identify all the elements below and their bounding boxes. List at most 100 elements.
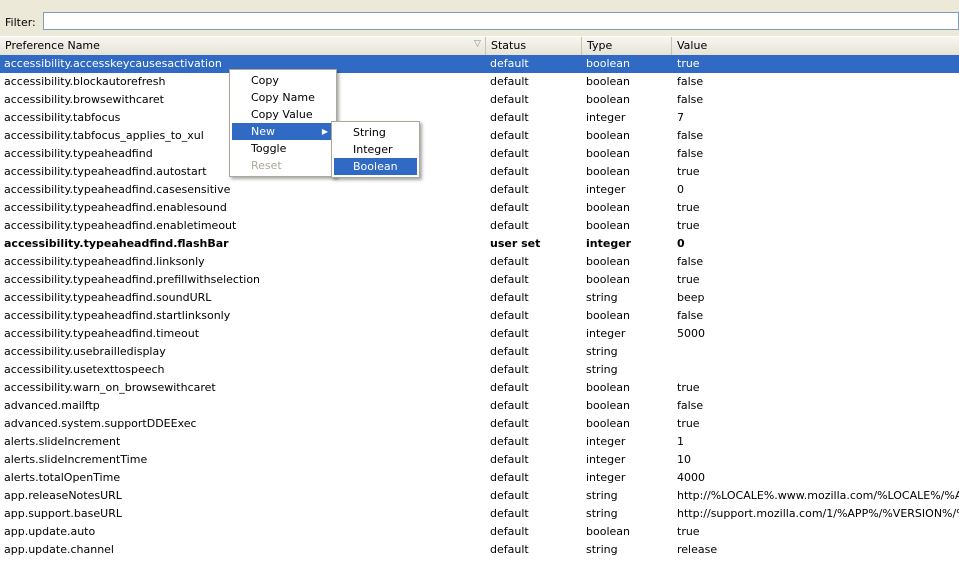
value-cell: true <box>677 57 700 70</box>
table-row[interactable]: accessibility.blockautorefresh default boo… <box>0 73 959 91</box>
status-cell: user set <box>490 237 541 250</box>
preferences-list[interactable]: accessibility.accesskeycausesactivation d… <box>0 55 959 564</box>
pref-name-cell: advanced.mailftp <box>4 399 100 412</box>
submenu-item-boolean[interactable]: Boolean <box>334 158 417 175</box>
submenu-item-integer[interactable]: Integer <box>334 141 417 158</box>
filter-input[interactable] <box>43 12 959 30</box>
table-row[interactable]: accessibility.typeaheadfind.autostart def… <box>0 163 959 181</box>
pref-name-cell: accessibility.usebrailledisplay <box>4 345 166 358</box>
value-cell: false <box>677 255 704 268</box>
menu-item-new[interactable]: New ▶ <box>232 123 334 140</box>
value-cell: http://support.mozilla.com/1/%APP%/%VERS… <box>677 507 959 520</box>
status-cell: default <box>490 255 529 268</box>
table-row[interactable]: accessibility.typeaheadfind.enabletimeou… <box>0 217 959 235</box>
table-row[interactable]: alerts.totalOpenTime default integer 4000 <box>0 469 959 487</box>
submenu-item-string[interactable]: String <box>334 124 417 141</box>
type-cell: boolean <box>586 417 630 430</box>
table-row[interactable]: accessibility.tabfocus default integer 7 <box>0 109 959 127</box>
menu-item-label: Boolean <box>353 160 398 173</box>
value-cell: false <box>677 93 704 106</box>
value-cell: true <box>677 417 700 430</box>
status-cell: default <box>490 111 529 124</box>
pref-name-cell: alerts.slideIncrement <box>4 435 121 448</box>
table-row[interactable]: alerts.slideIncrementTime default integer 1… <box>0 451 959 469</box>
filter-label: Filter: <box>5 16 36 29</box>
status-cell: default <box>490 273 529 286</box>
menu-item-toggle[interactable]: Toggle <box>232 140 334 157</box>
pref-name-cell: app.support.baseURL <box>4 507 122 520</box>
pref-name-cell: alerts.slideIncrementTime <box>4 453 148 466</box>
type-cell: boolean <box>586 129 630 142</box>
table-row[interactable]: accessibility.typeaheadfind.casesensitiv… <box>0 181 959 199</box>
status-cell: default <box>490 453 529 466</box>
column-header-status[interactable]: Status <box>486 37 582 55</box>
status-cell: default <box>490 57 529 70</box>
submenu-arrow-icon: ▶ <box>321 127 328 136</box>
column-header-type[interactable]: Type <box>582 37 672 55</box>
type-cell: boolean <box>586 255 630 268</box>
table-row[interactable]: accessibility.typeaheadfind.prefillwiths… <box>0 271 959 289</box>
table-row[interactable]: accessibility.accesskeycausesactivation d… <box>0 55 959 73</box>
menu-item-label: Integer <box>353 143 393 156</box>
table-row[interactable]: accessibility.usebrailledisplay default st… <box>0 343 959 361</box>
value-cell: 10 <box>677 453 691 466</box>
table-row[interactable]: accessibility.typeaheadfind.enablesound d… <box>0 199 959 217</box>
value-cell: 0 <box>677 183 684 196</box>
type-cell: string <box>586 543 618 556</box>
table-row[interactable]: app.support.baseURL default string http://s… <box>0 505 959 523</box>
table-row[interactable]: accessibility.browsewithcaret default bool… <box>0 91 959 109</box>
pref-name-cell: accessibility.typeaheadfind.enabletimeou… <box>4 219 237 232</box>
value-cell: true <box>677 165 700 178</box>
value-cell: true <box>677 219 700 232</box>
table-row[interactable]: app.update.channel default string release <box>0 541 959 559</box>
pref-name-cell: accessibility.typeaheadfind.casesensitiv… <box>4 183 231 196</box>
status-cell: default <box>490 399 529 412</box>
table-row[interactable]: accessibility.typeaheadfind.soundURL defa… <box>0 289 959 307</box>
value-cell: true <box>677 381 700 394</box>
pref-name-cell: accessibility.warn_on_browsewithcaret <box>4 381 216 394</box>
value-cell: false <box>677 129 704 142</box>
table-row[interactable]: advanced.system.supportDDEExec default boo… <box>0 415 959 433</box>
menu-item-copy-value[interactable]: Copy Value <box>232 106 334 123</box>
new-submenu: String Integer Boolean <box>331 121 420 178</box>
type-cell: boolean <box>586 93 630 106</box>
table-row[interactable]: accessibility.typeaheadfind.linksonly def… <box>0 253 959 271</box>
type-cell: integer <box>586 471 626 484</box>
pref-name-cell: app.releaseNotesURL <box>4 489 122 502</box>
value-cell: 4000 <box>677 471 705 484</box>
pref-name-cell: app.update.auto <box>4 525 96 538</box>
value-cell: 7 <box>677 111 684 124</box>
table-row[interactable]: accessibility.typeaheadfind default boolea… <box>0 145 959 163</box>
pref-name-cell: app.update.channel <box>4 543 114 556</box>
pref-name-cell: accessibility.typeaheadfind.enablesound <box>4 201 227 214</box>
pref-name-cell: alerts.totalOpenTime <box>4 471 121 484</box>
menu-item-label: Toggle <box>251 142 287 155</box>
pref-name-cell: accessibility.typeaheadfind.timeout <box>4 327 200 340</box>
value-cell: false <box>677 399 704 412</box>
status-cell: default <box>490 381 529 394</box>
status-cell: default <box>490 345 529 358</box>
table-row[interactable]: accessibility.warn_on_browsewithcaret def… <box>0 379 959 397</box>
table-row[interactable]: accessibility.typeaheadfind.flashBar user… <box>0 235 959 253</box>
status-cell: default <box>490 165 529 178</box>
menu-item-copy[interactable]: Copy <box>232 72 334 89</box>
table-row[interactable]: accessibility.usetexttospeech default stri… <box>0 361 959 379</box>
status-cell: default <box>490 147 529 160</box>
column-picker-icon[interactable]: ▽ <box>474 39 481 49</box>
table-row[interactable]: app.releaseNotesURL default string http://%… <box>0 487 959 505</box>
column-header-value[interactable]: Value <box>672 37 959 55</box>
table-row[interactable]: accessibility.typeaheadfind.timeout defau… <box>0 325 959 343</box>
table-row[interactable]: advanced.mailftp default boolean false <box>0 397 959 415</box>
type-cell: integer <box>586 327 626 340</box>
type-cell: boolean <box>586 165 630 178</box>
type-cell: boolean <box>586 201 630 214</box>
column-header-row: Preference Name ▽ Status Type Value <box>0 36 959 56</box>
table-row[interactable]: alerts.slideIncrement default integer 1 <box>0 433 959 451</box>
type-cell: integer <box>586 183 626 196</box>
value-cell: 1 <box>677 435 684 448</box>
table-row[interactable]: app.update.auto default boolean true <box>0 523 959 541</box>
menu-item-copy-name[interactable]: Copy Name <box>232 89 334 106</box>
column-header-preference-name[interactable]: Preference Name <box>0 37 486 55</box>
table-row[interactable]: accessibility.typeaheadfind.startlinkson… <box>0 307 959 325</box>
table-row[interactable]: accessibility.tabfocus_applies_to_xul def… <box>0 127 959 145</box>
